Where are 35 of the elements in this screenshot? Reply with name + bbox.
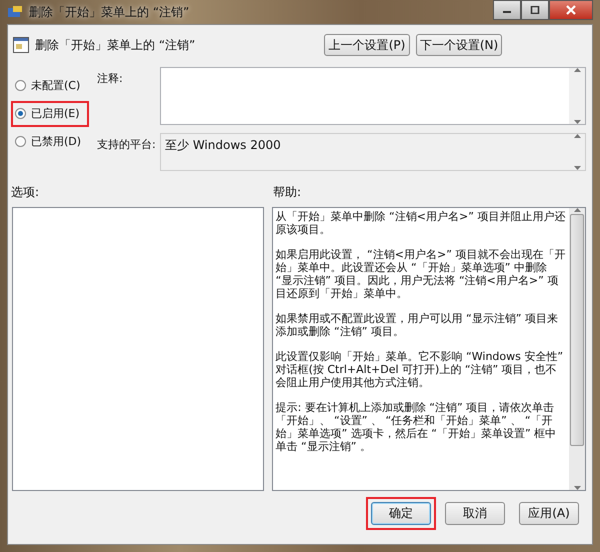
maximize-button[interactable] <box>521 0 549 20</box>
help-paragraph: 提示: 要在计算机上添加或删除 “注销” 项目，请依次单击「开始」、 “设置” 、 “任务栏和「开始」菜单” 、 “「开始」菜单选项” 选项卡，然后在 “「开始」菜单设置” 框中单击 “显示注销” 。 <box>276 401 558 453</box>
close-icon <box>565 5 577 15</box>
maximize-icon <box>530 6 540 14</box>
close-button[interactable] <box>549 0 593 20</box>
scroll-up-icon[interactable] <box>574 134 580 138</box>
navigation-button[interactable]: 上一个设置(P) <box>324 34 410 56</box>
help-label: 帮助: <box>273 184 302 201</box>
scroll-down-icon[interactable] <box>574 486 580 490</box>
help-paragraph: 从「开始」菜单中删除 “注销<用户名>” 项目并阻止用户还原该项目。 <box>276 210 566 236</box>
policy-title: 删除「开始」菜单上的 “注销” <box>35 36 196 54</box>
settings-window-icon <box>13 37 29 53</box>
scrollbar[interactable] <box>569 208 585 490</box>
help-paragraph: 此设置仅影响「开始」菜单。它不影响 “Windows 安全性” 对话框(按 Ctrl+Alt+Del 可打开)上的 “注销” 项目，也不会阻止用户使用其他方式注销。 <box>276 350 564 389</box>
navigation-button[interactable]: 下一个设置(N) <box>416 34 502 56</box>
help-paragraph: 如果启用此设置， “注销<用户名>” 项目就不会出现在「开始」菜单中。此设置还会从 “「开始」菜单选项” 中删除 “显示注销” 项目。因此，用户无法将 “注销<用户名>” 项目还原到「开始」菜单中。 <box>276 248 566 300</box>
comment-label: 注释: <box>97 71 124 87</box>
comment-field[interactable] <box>160 67 586 125</box>
radio-option[interactable]: 已禁用(D) <box>15 134 82 149</box>
window-title: 删除「开始」菜单上的 “注销” <box>29 4 190 20</box>
scroll-down-icon[interactable] <box>574 120 580 124</box>
options-label: 选项: <box>11 184 40 201</box>
scroll-up-icon[interactable] <box>574 68 580 72</box>
help-paragraph: 如果禁用或不配置此设置，用户可以用 “显示注销” 项目来添加或删除 “注销” 项目。 <box>276 312 559 338</box>
radio-option[interactable]: 未配置(C) <box>15 78 80 93</box>
radio-option[interactable]: 已启用(E) <box>15 106 80 121</box>
platform-field: 至少 Windows 2000 <box>160 133 586 171</box>
dialog-button[interactable]: 确定 <box>371 502 431 525</box>
platform-label: 支持的平台: <box>97 137 157 153</box>
policy-icon <box>7 5 23 19</box>
minimize-button[interactable] <box>493 0 521 20</box>
scroll-down-icon[interactable] <box>574 166 580 170</box>
scroll-up-icon[interactable] <box>574 208 580 212</box>
dialog-button[interactable]: 取消 <box>445 502 505 525</box>
dialog-button[interactable]: 应用(A) <box>519 502 579 525</box>
